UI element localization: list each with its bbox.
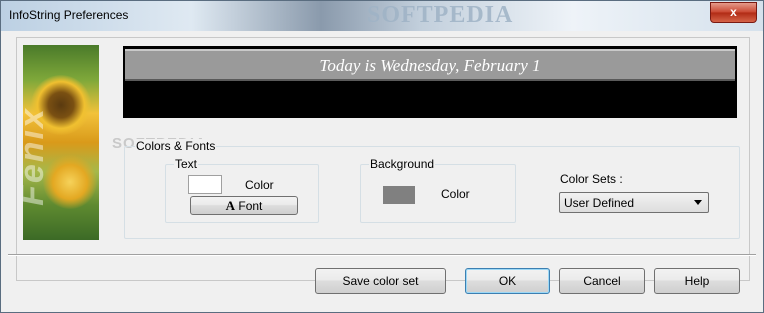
preferences-window: InfoString Preferences SOFTPEDIA x Fenix… xyxy=(0,0,764,313)
text-color-swatch[interactable] xyxy=(188,175,222,194)
text-group: Text Color A Font xyxy=(165,157,319,223)
ok-button[interactable]: OK xyxy=(465,268,550,294)
sunflower-image: Fenix xyxy=(23,45,99,240)
background-color-swatch[interactable] xyxy=(383,186,415,204)
window-title: InfoString Preferences xyxy=(9,8,129,22)
fenix-logo-text: Fenix xyxy=(23,107,51,206)
help-button[interactable]: Help xyxy=(654,268,740,294)
background-color-label: Color xyxy=(441,187,470,201)
preview-panel: Today is Wednesday, February 1 xyxy=(123,46,737,118)
preview-text: Today is Wednesday, February 1 xyxy=(319,56,541,75)
color-sets-value: User Defined xyxy=(564,196,635,210)
color-sets-select[interactable]: User Defined xyxy=(559,192,709,213)
background-group: Background Color xyxy=(360,157,516,223)
chevron-down-icon xyxy=(694,200,702,205)
font-icon: A xyxy=(225,198,236,213)
close-icon: x xyxy=(730,5,737,19)
font-button-label: Font xyxy=(238,199,263,213)
font-button[interactable]: A Font xyxy=(190,196,298,215)
text-color-label: Color xyxy=(245,178,274,192)
background-group-label: Background xyxy=(369,157,436,171)
close-button[interactable]: x xyxy=(710,2,757,23)
separator xyxy=(8,254,756,256)
save-color-set-button[interactable]: Save color set xyxy=(315,268,446,294)
dialog-body: Fenix Today is Wednesday, February 1 SOF… xyxy=(8,31,756,306)
cancel-button[interactable]: Cancel xyxy=(559,268,645,294)
colors-fonts-group: Colors & Fonts Text Color A Font Backgro… xyxy=(124,139,740,239)
text-group-label: Text xyxy=(174,157,199,171)
preview-band: Today is Wednesday, February 1 xyxy=(125,49,735,81)
colors-fonts-label: Colors & Fonts xyxy=(135,139,217,153)
title-bar[interactable]: InfoString Preferences SOFTPEDIA x xyxy=(1,1,763,31)
softpedia-watermark: SOFTPEDIA xyxy=(367,2,514,28)
color-sets-label: Color Sets : xyxy=(560,172,623,186)
